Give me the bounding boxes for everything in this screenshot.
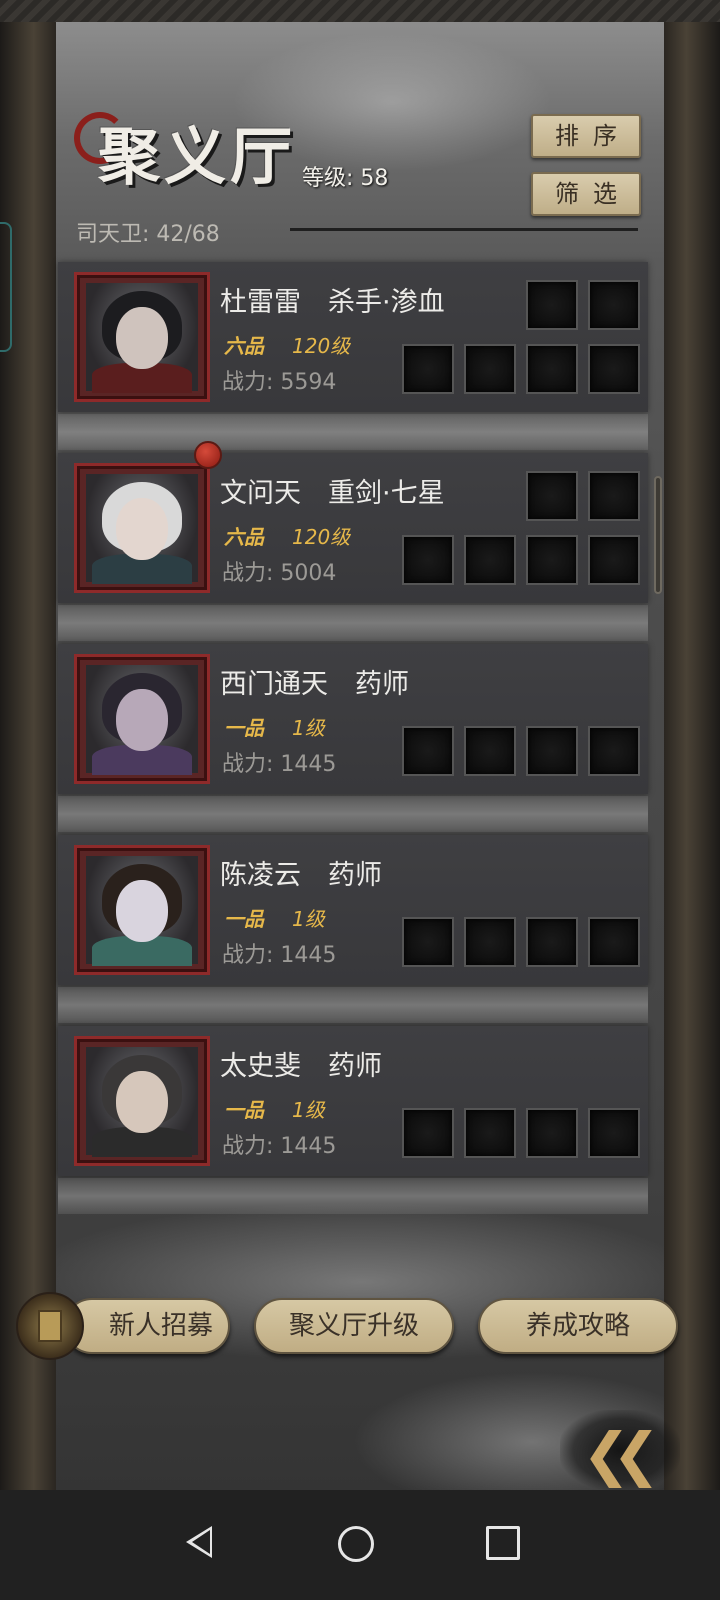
skill-slot[interactable] [588,280,640,330]
hero-level: 1级 [292,1098,325,1122]
hero-power: 战力: 5004 [222,561,337,586]
hero-power: 战力: 5594 [222,370,337,395]
equipment-slot[interactable] [588,917,640,967]
hero-power: 战力: 1445 [222,752,337,777]
filter-button[interactable]: 筛选 [531,172,641,216]
card-separator [58,1178,648,1214]
hall-upgrade-label: 聚义厅升级 [288,1311,419,1341]
recruit-button-label: 新人招募 [108,1311,213,1341]
equipment-slot[interactable] [402,726,454,776]
equipment-slot[interactable] [526,344,578,394]
equipment-slot[interactable] [464,917,516,967]
equipment-slot[interactable] [464,726,516,776]
hero-card[interactable]: 西门通天 药师一品 1级战力: 1445 [58,644,648,794]
hero-grade: 一品 [224,1098,264,1122]
equipment-slot[interactable] [464,344,516,394]
hero-level: 1级 [292,716,325,740]
hero-portrait[interactable] [74,654,210,784]
skill-slot[interactable] [526,471,578,521]
hero-portrait[interactable] [74,845,210,975]
hero-name: 西门通天 药师 [220,669,409,700]
hero-card[interactable]: 陈凌云 药师一品 1级战力: 1445 [58,835,648,985]
equipment-slot[interactable] [464,535,516,585]
growth-guide-label: 养成攻略 [525,1311,630,1341]
hero-level: 1级 [292,907,325,931]
notification-dot [194,441,222,469]
equipment-slot[interactable] [526,917,578,967]
hero-portrait[interactable] [74,463,210,593]
equipment-slot[interactable] [402,917,454,967]
hero-grade: 一品 [224,716,264,740]
top-decor-strip [0,0,720,22]
list-scrollbar[interactable] [654,476,662,594]
equipment-slot[interactable] [588,1108,640,1158]
card-separator [58,605,648,641]
hero-grade: 一品 [224,907,264,931]
hero-name: 文问天 重剑·七星 [220,478,445,509]
side-tab-handle[interactable] [0,222,12,352]
equipment-slot[interactable] [402,535,454,585]
hero-grade: 六品 [224,334,264,358]
equipment-slot[interactable] [464,1108,516,1158]
recruit-button[interactable]: 新人招募 [64,1298,230,1354]
skill-slot[interactable] [588,471,640,521]
equipment-slot[interactable] [402,344,454,394]
double-chevron-left-icon: ❮ [612,1420,661,1488]
skill-slot[interactable] [526,280,578,330]
equipment-slot[interactable] [402,1108,454,1158]
equipment-slot[interactable] [588,535,640,585]
growth-guide-button[interactable]: 养成攻略 [478,1298,678,1354]
circle-home-icon[interactable] [338,1526,374,1562]
hero-card[interactable]: 杜雷雷 杀手·渗血六品 120级战力: 5594 [58,262,648,412]
card-separator [58,414,648,450]
equipment-slot[interactable] [526,1108,578,1158]
back-button[interactable]: ❮ ❮ [560,1400,690,1492]
equipment-slot[interactable] [526,535,578,585]
hero-grade: 六品 [224,525,264,549]
hero-card[interactable]: 太史斐 药师一品 1级战力: 1445 [58,1026,648,1176]
card-separator [58,987,648,1023]
hero-level: 120级 [292,334,351,358]
equipment-slot[interactable] [588,344,640,394]
right-pillar [664,22,720,1522]
square-recents-icon[interactable] [486,1526,520,1560]
hero-card[interactable]: 文问天 重剑·七星六品 120级战力: 5004 [58,441,648,603]
hall-upgrade-button[interactable]: 聚义厅升级 [254,1298,454,1354]
hero-name: 太史斐 药师 [220,1051,382,1082]
triangle-back-icon[interactable] [186,1526,212,1558]
hero-level: 120级 [292,525,351,549]
system-nav-bar [0,1490,720,1600]
sort-button[interactable]: 排序 [531,114,641,158]
hero-portrait[interactable] [74,272,210,402]
hero-power: 战力: 1445 [222,943,337,968]
recruit-emblem-icon[interactable] [16,1292,84,1360]
hero-portrait[interactable] [74,1036,210,1166]
hall-level: 等级: 58 [302,166,389,191]
equipment-slot[interactable] [588,726,640,776]
hero-name: 陈凌云 药师 [220,860,382,891]
card-separator [58,796,648,832]
roster-count: 司天卫: 42/68 [76,222,220,247]
header-divider [290,228,638,231]
hero-power: 战力: 1445 [222,1134,337,1159]
hero-name: 杜雷雷 杀手·渗血 [220,287,445,318]
equipment-slot[interactable] [526,726,578,776]
page-title: 聚义厅 [98,120,297,193]
